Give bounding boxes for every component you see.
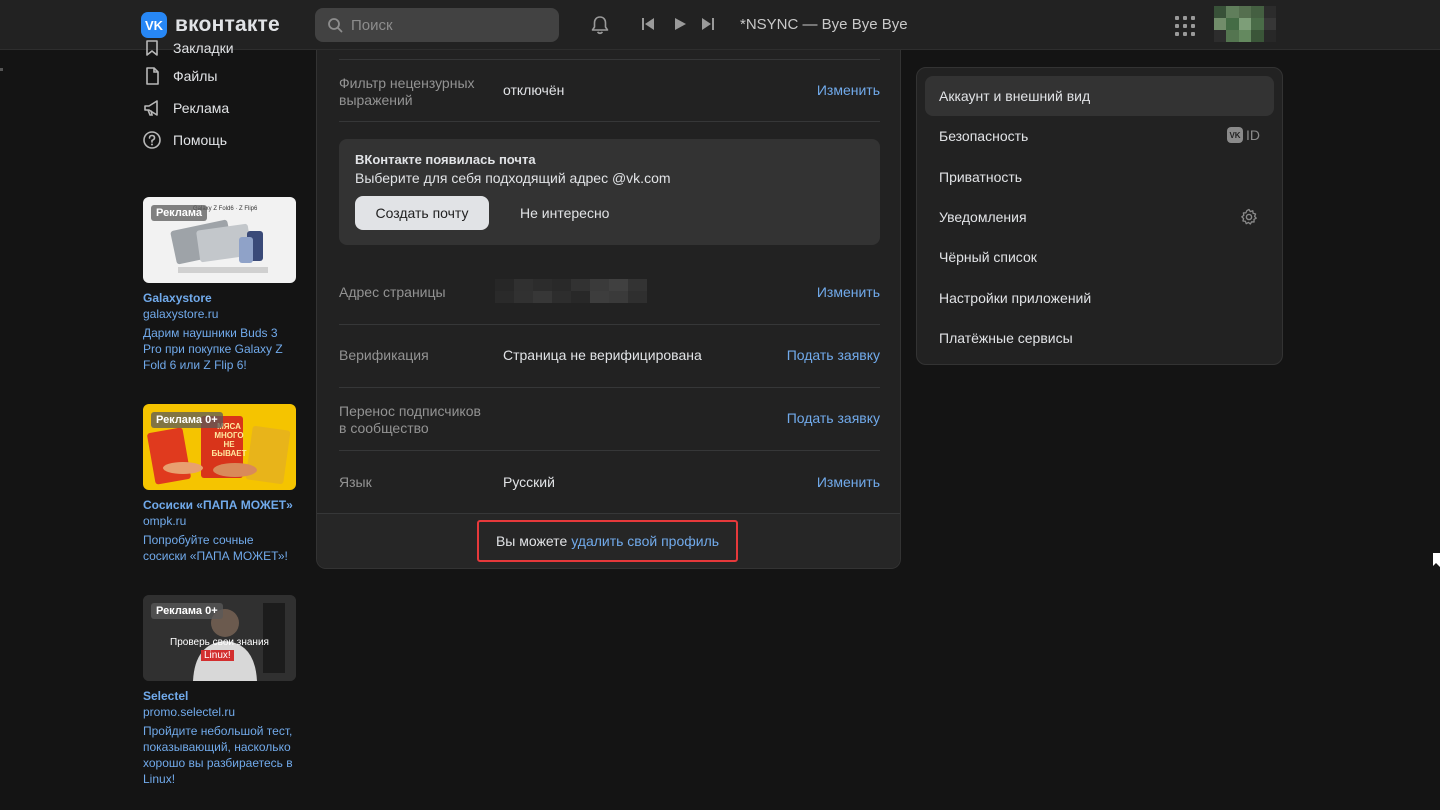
edge-marker	[0, 68, 3, 71]
menu-item-label: Настройки приложений	[939, 289, 1092, 306]
page-address-blurred	[495, 279, 647, 303]
nav-item-label: Закладки	[173, 40, 234, 56]
ad-image-highlight: Linux!	[201, 650, 234, 661]
menu-item-label: Приватность	[939, 168, 1023, 185]
setting-row-transfer: Перенос подписчиков в сообщество Подать …	[339, 388, 880, 451]
ad-badge: Реклама 0+	[151, 603, 223, 619]
ad-papa-mozhet[interactable]: МЯСА МНОГО НЕ БЫВАЕТ Реклама 0+ Сосиски …	[143, 404, 299, 564]
next-track-icon[interactable]	[701, 17, 715, 31]
mail-promo-subtitle: Выберите для себя подходящий адрес @vk.c…	[355, 170, 671, 186]
change-address-link[interactable]: Изменить	[817, 284, 880, 300]
ad-selectel[interactable]: Проверь свои знания Linux! Реклама 0+ Se…	[143, 595, 299, 787]
nav-item-help[interactable]: Помощь	[142, 124, 302, 156]
ad-image-text: Проверь свои знания	[170, 637, 269, 648]
setting-value: Страница не верифицирована	[503, 347, 702, 363]
create-mail-button[interactable]: Создать почту	[355, 196, 489, 230]
search-icon	[328, 18, 343, 33]
nav-item-ads[interactable]: Реклама	[142, 92, 302, 124]
mouse-cursor-icon	[1433, 553, 1440, 567]
menu-item-label: Платёжные сервисы	[939, 329, 1073, 346]
vk-id-text: ID	[1246, 127, 1260, 144]
menu-item-security[interactable]: Безопасность VK ID	[925, 116, 1274, 156]
menu-item-notifications[interactable]: Уведомления	[925, 197, 1274, 237]
delete-profile-highlight: Вы можете удалить свой профиль	[477, 520, 738, 562]
setting-label: Верификация	[339, 347, 429, 363]
help-icon	[143, 131, 161, 149]
nav-item-bookmarks[interactable]: Закладки	[142, 36, 302, 60]
search-box[interactable]	[315, 8, 559, 42]
menu-item-label: Уведомления	[939, 209, 1027, 226]
settings-menu: Аккаунт и внешний вид Безопасность VK ID…	[916, 67, 1283, 365]
verification-request-link[interactable]: Подать заявку	[787, 347, 880, 363]
setting-row-language: Язык Русский Изменить	[339, 451, 880, 514]
bookmark-icon	[146, 40, 158, 56]
menu-item-payments[interactable]: Платёжные сервисы	[925, 318, 1274, 358]
play-icon[interactable]	[673, 17, 687, 31]
setting-value: Русский	[503, 474, 555, 490]
avatar[interactable]	[1214, 6, 1276, 42]
menu-item-label: Безопасность	[939, 128, 1029, 145]
megaphone-icon	[144, 100, 158, 116]
ad-badge: Реклама	[151, 205, 208, 221]
nav-item-files[interactable]: Файлы	[142, 60, 302, 92]
change-filter-link[interactable]: Изменить	[817, 82, 880, 98]
menu-item-label: Аккаунт и внешний вид	[939, 88, 1091, 105]
ad-text[interactable]: Дарим наушники Buds 3 Pro при покупке Ga…	[143, 325, 299, 373]
menu-item-app-settings[interactable]: Настройки приложений	[925, 277, 1274, 317]
nav-item-label: Файлы	[173, 68, 218, 84]
search-input[interactable]	[351, 16, 541, 34]
ad-domain[interactable]: galaxystore.ru	[143, 307, 299, 321]
setting-label: Перенос подписчиков в сообщество	[339, 403, 481, 436]
ad-domain[interactable]: ompk.ru	[143, 514, 299, 528]
mail-promo-card: ВКонтакте появилась почта Выберите для с…	[339, 139, 880, 245]
menu-item-account[interactable]: Аккаунт и внешний вид	[925, 76, 1274, 117]
nav-item-label: Реклама	[173, 100, 230, 116]
settings-panel: Фильтр нецензурных выражений отключён Из…	[316, 50, 901, 569]
setting-label: Фильтр нецензурных выражений	[339, 75, 475, 108]
delete-profile-link[interactable]: удалить свой профиль	[571, 533, 719, 549]
ad-domain[interactable]: promo.selectel.ru	[143, 705, 299, 719]
gear-icon	[1241, 208, 1257, 225]
delete-profile-prefix: Вы можете	[495, 533, 568, 549]
setting-value: отключён	[503, 82, 565, 98]
transfer-request-link[interactable]: Подать заявку	[787, 410, 880, 426]
setting-label: Язык	[339, 474, 372, 490]
setting-row-verification: Верификация Страница не верифицирована П…	[339, 325, 880, 388]
menu-item-privacy[interactable]: Приватность	[925, 157, 1274, 197]
notifications-bell-icon[interactable]	[589, 14, 611, 36]
vk-id-badge: VK ID	[1227, 127, 1260, 144]
ad-image[interactable]: МЯСА МНОГО НЕ БЫВАЕТ Реклама 0+	[143, 404, 296, 490]
setting-label: Адрес страницы	[339, 284, 446, 300]
ad-image[interactable]: Galaxy Z Fold6 · Z Flip6 Реклама	[143, 197, 296, 283]
ad-title[interactable]: Selectel	[143, 689, 299, 703]
previous-track-icon[interactable]	[641, 17, 655, 31]
nav-item-label: Помощь	[173, 132, 228, 148]
ad-title[interactable]: Galaxystore	[143, 291, 299, 305]
ad-title[interactable]: Сосиски «ПАПА МОЖЕТ»	[143, 498, 299, 512]
vk-id-icon: VK	[1227, 127, 1243, 144]
ad-text[interactable]: Попробуйте сочные сосиски «ПАПА МОЖЕТ»!	[143, 532, 299, 564]
left-navigation: Закладки Файлы Реклама Помощь	[142, 40, 302, 156]
ad-text[interactable]: Пройдите небольшой тест, показывающий, н…	[143, 723, 299, 787]
menu-item-label: Чёрный список	[939, 249, 1037, 266]
file-icon	[146, 67, 159, 85]
ad-galaxystore[interactable]: Galaxy Z Fold6 · Z Flip6 Реклама Galaxys…	[143, 197, 299, 373]
ad-image[interactable]: Проверь свои знания Linux! Реклама 0+	[143, 595, 296, 681]
apps-grid-icon[interactable]	[1175, 16, 1195, 36]
vk-logo-icon: VK	[141, 12, 167, 38]
now-playing-track[interactable]: *NSYNC — Bye Bye Bye	[740, 16, 908, 33]
delete-profile-footer: Вы можете удалить свой профиль	[317, 513, 900, 568]
mail-promo-title: ВКонтакте появилась почта	[355, 152, 536, 167]
setting-row-filter: Фильтр нецензурных выражений отключён Из…	[339, 60, 880, 122]
menu-item-blacklist[interactable]: Чёрный список	[925, 237, 1274, 277]
change-language-link[interactable]: Изменить	[817, 474, 880, 490]
vk-logo[interactable]: VK вконтакте	[141, 12, 280, 38]
vk-logo-text: вконтакте	[175, 13, 280, 36]
ad-badge: Реклама 0+	[151, 412, 223, 428]
not-interested-button[interactable]: Не интересно	[520, 205, 609, 221]
